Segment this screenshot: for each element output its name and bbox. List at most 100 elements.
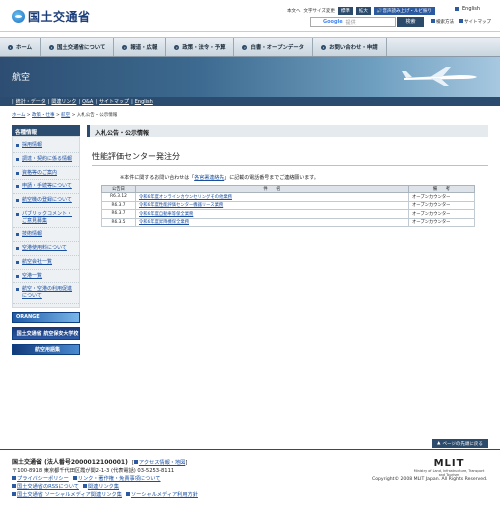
aviation-glossary-banner[interactable]: 航空用語集 bbox=[12, 343, 80, 355]
breadcrumb: ホーム > 政策・仕事 > 航空 > 入札公告・公示情報 bbox=[12, 112, 117, 118]
global-nav: › ホーム › 国土交通省について › 報道・広報 › 政策・法令・予算 › 白書・オープ… bbox=[0, 37, 500, 57]
sitemap-link[interactable]: サイトマップ bbox=[459, 19, 491, 25]
subnav-item-qa[interactable]: Q&A bbox=[82, 99, 93, 105]
subnav-item-links[interactable]: 関連リンク bbox=[51, 98, 76, 105]
access-map-link[interactable]: アクセス情報・地図 bbox=[139, 460, 185, 466]
footer-address: 〒100-8918 東京都千代田区霞が関2-1-3 (代表電話) 03-5253… bbox=[12, 468, 175, 475]
sidebar-item-label: 調達・契約に係る情報 bbox=[22, 155, 73, 162]
table-row: R6.3.12 令和6年度オンラインカウンセリングその他業務 オープンカウンター bbox=[101, 192, 475, 202]
sidebar-list: 採用情報 調達・契約に係る情報 資格等のご案内 申請・手続等について 航空機の登… bbox=[12, 136, 80, 308]
bullet-icon bbox=[459, 19, 463, 23]
sidebar-item-recruit[interactable]: 採用情報 bbox=[13, 139, 79, 153]
chevron-right-icon: › bbox=[122, 44, 128, 50]
cell-name: 令和6年度オンラインカウンセリングその他業務 bbox=[135, 192, 409, 202]
subnav-separator: | bbox=[47, 98, 50, 105]
table-row: R6.3.7 令和6年度自動車等保全業務 オープンカウンター bbox=[101, 209, 475, 219]
footer-org-line: 国土交通省 (法人番号2000012100001) [アクセス情報・地図] bbox=[12, 458, 198, 467]
subnav-item-stats[interactable]: 統計・データ bbox=[16, 98, 46, 105]
tender-link[interactable]: 令和6年度昇降機保全業務 bbox=[139, 220, 189, 225]
col-header-date: 公告日 bbox=[101, 185, 136, 193]
nav-item-about[interactable]: › 国土交通省について bbox=[41, 38, 115, 56]
subnav-separator: | bbox=[95, 98, 98, 105]
nav-item-home[interactable]: › ホーム bbox=[0, 38, 42, 56]
tender-link[interactable]: 令和6年度オンラインカウンセリングその他業務 bbox=[139, 195, 232, 200]
breadcrumb-policy[interactable]: 政策・仕事 bbox=[32, 113, 55, 118]
sidebar-item-label: 航空会社一覧 bbox=[22, 258, 53, 265]
sidebar-item-label: 航空機の登録について bbox=[22, 197, 72, 203]
chevron-right-icon: › bbox=[321, 44, 327, 50]
sidebar-item-label: 申請・手続等について bbox=[22, 183, 72, 190]
sidebar-item-promotion[interactable]: 航空・空港の利用促進について bbox=[13, 283, 79, 304]
sidebar-item-airports[interactable]: 空港一覧 bbox=[13, 270, 79, 284]
privacy-policy-link[interactable]: プライバシーポリシー bbox=[17, 476, 69, 482]
font-size-label: 文字サイズ変更 bbox=[303, 9, 335, 14]
english-link[interactable]: English bbox=[455, 6, 480, 12]
footer-divider bbox=[0, 449, 500, 450]
nav-label: 国土交通省について bbox=[57, 45, 106, 51]
bullet-icon bbox=[82, 484, 87, 489]
skip-to-content-link[interactable]: 本文へ bbox=[287, 8, 301, 14]
search-button[interactable]: 検索 bbox=[397, 17, 424, 27]
sidebar-item-application[interactable]: 申請・手続等について bbox=[13, 180, 79, 194]
sidebar-item-label: 採用情報 bbox=[22, 142, 43, 148]
cell-name: 令和6年度昇降機保全業務 bbox=[135, 217, 409, 227]
breadcrumb-aviation[interactable]: 航空 bbox=[61, 113, 70, 118]
subnav-separator: | bbox=[78, 98, 81, 105]
footer-links-row: プライバシーポリシー リンク・著作権・免責事項について bbox=[12, 475, 198, 483]
sub-nav: | 統計・データ | 関連リンク | Q&A | サイトマップ | Englis… bbox=[0, 97, 500, 106]
sidebar-item-qualification[interactable]: 資格等のご案内 bbox=[13, 167, 79, 181]
sidebar-item-label: 空港使用料について bbox=[22, 245, 67, 251]
copyright-disclaimer-link[interactable]: リンク・著作権・免責事項について bbox=[78, 476, 161, 482]
table-header-row: 公告日 件 名 備 考 bbox=[101, 185, 475, 193]
back-to-top-label: ページの先頭に戻る bbox=[442, 441, 483, 447]
bullet-icon bbox=[12, 484, 16, 489]
search-method-link[interactable]: 検索方法 bbox=[431, 19, 454, 25]
search-input[interactable]: Google 提供 bbox=[310, 17, 396, 27]
cell-date: R6.3.7 bbox=[101, 200, 136, 210]
logo-text: 国土交通省 bbox=[28, 10, 91, 24]
social-media-links-link[interactable]: 国土交通省 ソーシャルメディア関連リンク集 bbox=[17, 492, 122, 498]
rss-link[interactable]: 国土交通省のRSSについて bbox=[17, 484, 79, 490]
breadcrumb-home[interactable]: ホーム bbox=[12, 113, 25, 118]
contact-list-link[interactable]: 各官署連絡先 bbox=[194, 175, 224, 181]
tender-link[interactable]: 令和6年度性能評価センター機器リース業務 bbox=[139, 203, 223, 208]
sidebar-item-label: 技術情報 bbox=[22, 231, 43, 238]
nav-item-press[interactable]: › 報道・広報 bbox=[114, 38, 167, 56]
related-links-link[interactable]: 関連リンク集 bbox=[88, 484, 119, 490]
sidebar-item-procurement[interactable]: 調達・契約に係る情報 bbox=[13, 153, 79, 167]
cell-name: 令和6年度自動車等保全業務 bbox=[135, 209, 409, 219]
subnav-item-sitemap[interactable]: サイトマップ bbox=[99, 98, 129, 105]
sidebar-item-public-comment[interactable]: パブリックコメント・ご意見募集 bbox=[13, 208, 79, 229]
back-to-top-button[interactable]: ▲ ページの先頭に戻る bbox=[432, 439, 488, 448]
nav-item-contact[interactable]: › お問い合わせ・申請 bbox=[313, 38, 387, 56]
bullet-icon bbox=[72, 476, 77, 481]
aviation-safety-college-banner[interactable]: 国土交通省 航空保安大学校 bbox=[12, 326, 80, 340]
font-standard-button[interactable]: 標準 bbox=[337, 7, 353, 15]
search-placeholder: 提供 bbox=[345, 19, 356, 26]
footer-links-row: 国土交通省のRSSについて 関連リンク集 bbox=[12, 483, 198, 491]
search-method-label: 検索方法 bbox=[436, 20, 454, 25]
nav-label: 報道・広報 bbox=[130, 45, 158, 51]
sitemap-label: サイトマップ bbox=[464, 20, 491, 25]
site-logo[interactable]: 国土交通省 bbox=[12, 8, 91, 25]
sidebar-item-airlines[interactable]: 航空会社一覧 bbox=[13, 256, 79, 270]
chevron-right-icon: › bbox=[174, 44, 180, 50]
social-media-policy-link[interactable]: ソーシャルメディア利用方針 bbox=[131, 492, 198, 498]
nav-item-whitepaper[interactable]: › 白書・オープンデータ bbox=[234, 38, 314, 56]
sidebar-item-airport-fees[interactable]: 空港使用料について bbox=[13, 242, 79, 256]
tender-link[interactable]: 令和6年度自動車等保全業務 bbox=[139, 212, 193, 217]
sidebar-item-aircraft-registration[interactable]: 航空機の登録について bbox=[13, 194, 79, 208]
nav-item-policy[interactable]: › 政策・法令・予算 bbox=[166, 38, 235, 56]
tender-table: 公告日 件 名 備 考 R6.3.12 令和6年度オンラインカウンセリングその他… bbox=[101, 185, 475, 227]
voice-reading-label: 音声読み上げ・ルビ振り bbox=[382, 9, 432, 14]
subnav-item-english[interactable]: English bbox=[135, 99, 153, 105]
font-large-button[interactable]: 拡大 bbox=[355, 7, 371, 15]
bullet-icon bbox=[133, 459, 138, 464]
sidebar-item-technical[interactable]: 技術情報 bbox=[13, 228, 79, 242]
subnav-separator: | bbox=[12, 98, 14, 105]
subnav-separator: | bbox=[131, 98, 133, 105]
main-content: 入札公告・公示情報 性能評価センター発注分 ※本件に関するお問い合わせは「各官署… bbox=[87, 125, 488, 227]
orange-banner[interactable]: ORANGE bbox=[12, 311, 80, 323]
voice-reading-button[interactable]: 🔊音声読み上げ・ルビ振り bbox=[373, 7, 435, 15]
breadcrumb-current: 入札公告・公示情報 bbox=[76, 113, 118, 118]
